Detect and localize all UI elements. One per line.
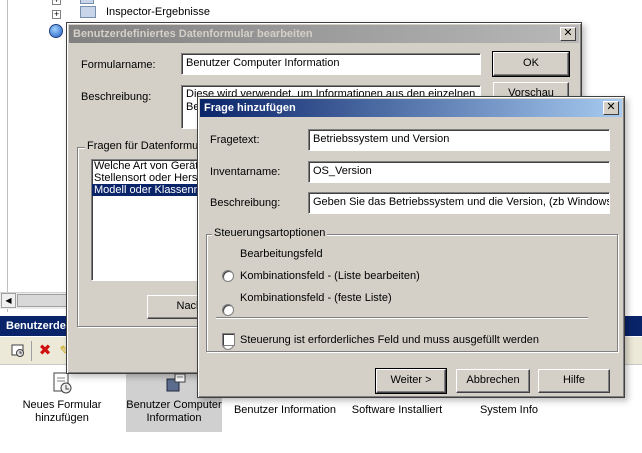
close-icon[interactable]: ✕ xyxy=(603,101,619,115)
folder-icon xyxy=(80,0,94,4)
add-question-title: Frage hinzufügen xyxy=(204,102,296,114)
inventarname-field[interactable]: OS_Version xyxy=(308,161,610,183)
radio-edit-field[interactable] xyxy=(222,270,234,282)
list-item-software-installiert[interactable]: Software Installiert xyxy=(346,404,448,417)
toolbar-separator xyxy=(31,341,32,361)
expand-icon[interactable]: + xyxy=(52,10,61,19)
globe-icon xyxy=(49,24,63,38)
folder-icon xyxy=(80,6,96,18)
tree-gutter xyxy=(0,0,8,312)
formname-field[interactable]: Benutzer Computer Information xyxy=(181,53,481,75)
list-item-system-info[interactable]: System Info xyxy=(470,404,548,417)
add-question-dialog: Frage hinzufügen ✕ Fragetext: Betriebssy… xyxy=(197,96,625,398)
radio-combo-edit-label[interactable]: Kombinationsfeld - (Liste bearbeiten) xyxy=(240,270,420,282)
help-button[interactable]: Hilfe xyxy=(538,369,610,393)
edit-form-title: Benutzerdefiniertes Datenformular bearbe… xyxy=(73,28,313,40)
separator xyxy=(216,317,588,319)
fragetext-field[interactable]: Betriebssystem und Version xyxy=(308,129,610,151)
questions-group-label: Fragen für Datenformul xyxy=(85,140,203,152)
radio-combo-fixed-label[interactable]: Kombinationsfeld - (feste Liste) xyxy=(240,292,392,304)
add-question-titlebar[interactable]: Frage hinzufügen ✕ xyxy=(200,99,622,117)
inventarname-label: Inventarname: xyxy=(210,166,281,178)
tree-item-inspector[interactable]: Inspector-Ergebnisse xyxy=(106,6,210,18)
list-item-label: Benutzer Computer xyxy=(126,399,222,411)
cancel-button[interactable]: Abbrechen xyxy=(456,369,530,393)
list-item-label: Neues Formular xyxy=(22,399,102,411)
fragetext-label: Fragetext: xyxy=(210,134,260,146)
control-type-group-label: Steuerungsartoptionen xyxy=(212,227,328,239)
expand-icon[interactable]: + xyxy=(52,0,61,5)
close-icon[interactable]: ✕ xyxy=(560,27,576,41)
radio-combo-edit[interactable] xyxy=(222,304,234,316)
scroll-thumb[interactable] xyxy=(17,294,67,307)
edit-form-titlebar[interactable]: Benutzerdefiniertes Datenformular bearbe… xyxy=(69,25,579,43)
tree-horizontal-scrollbar[interactable]: ◀ xyxy=(0,292,75,309)
formname-label: Formularname: xyxy=(81,59,156,71)
list-item-label: Benutzer Information xyxy=(233,404,337,416)
question-description-label: Beschreibung: xyxy=(210,197,281,209)
question-description-field[interactable]: Geben Sie das Betriebssystem und die Ver… xyxy=(308,192,610,214)
delete-icon[interactable]: ✖ xyxy=(36,342,54,360)
list-item-label: hinzufügen xyxy=(35,412,89,424)
list-item-label: Software Installiert xyxy=(351,404,443,416)
list-item-label: Information xyxy=(146,412,202,424)
required-checkbox[interactable] xyxy=(222,333,235,346)
required-checkbox-label[interactable]: Steuerung ist erforderliches Feld und mu… xyxy=(240,334,539,346)
new-form-icon[interactable] xyxy=(9,342,27,360)
list-item-label: System Info xyxy=(479,404,539,416)
radio-edit-field-label[interactable]: Bearbeitungsfeld xyxy=(240,248,323,260)
list-item-new-form[interactable]: Neues Formular hinzufügen xyxy=(20,370,104,425)
scroll-left-icon[interactable]: ◀ xyxy=(1,293,16,308)
list-item-benutzer-information[interactable]: Benutzer Information xyxy=(232,404,338,417)
next-button[interactable]: Weiter > xyxy=(375,368,447,394)
ok-button[interactable]: OK xyxy=(492,51,570,77)
description-label: Beschreibung: xyxy=(81,91,152,103)
